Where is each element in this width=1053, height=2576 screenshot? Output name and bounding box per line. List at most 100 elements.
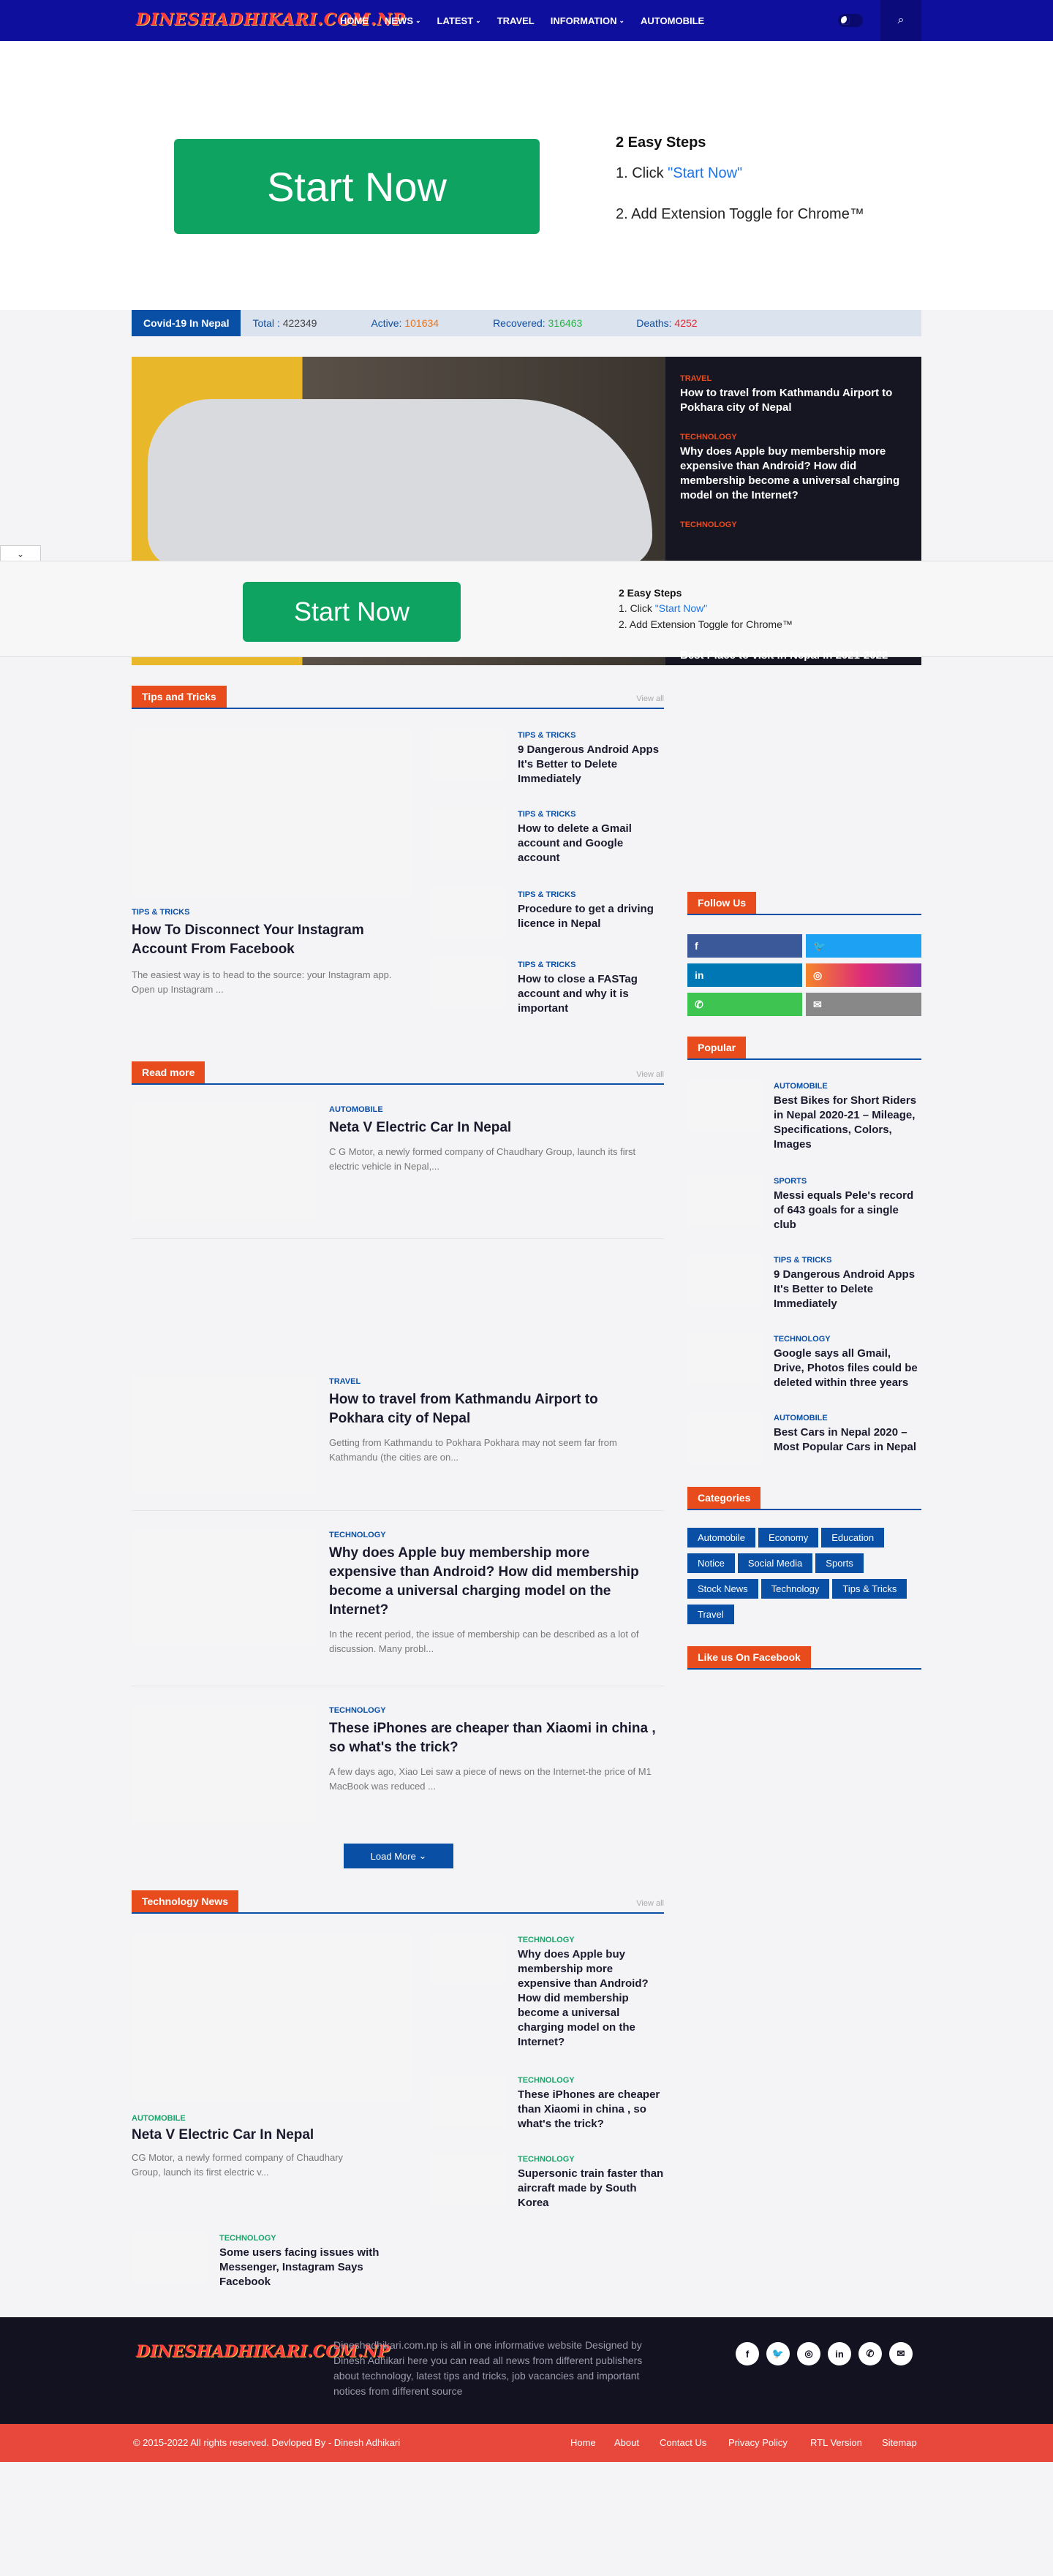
- post-title[interactable]: How to close a FASTag account and why it…: [518, 972, 664, 1016]
- post-title[interactable]: Best Bikes for Short Riders in Nepal 202…: [774, 1094, 923, 1152]
- view-all-link[interactable]: View all: [636, 1070, 664, 1079]
- category-chip[interactable]: Economy: [758, 1528, 819, 1548]
- post-thumbnail[interactable]: [687, 1333, 763, 1384]
- post-title[interactable]: Google says all Gmail, Drive, Photos fil…: [774, 1346, 923, 1390]
- post-thumbnail[interactable]: [430, 2076, 506, 2127]
- instagram-icon[interactable]: ◎: [797, 2342, 820, 2365]
- footer-link-privacy[interactable]: Privacy Policy: [728, 2437, 788, 2448]
- post-title[interactable]: How to travel from Kathmandu Airport to …: [329, 1390, 651, 1428]
- stat-value: 4252: [674, 317, 698, 329]
- nav-latest[interactable]: LATEST ⌄: [437, 15, 481, 26]
- category-chip[interactable]: Notice: [687, 1553, 735, 1573]
- nav-information[interactable]: INFORMATION ⌄: [551, 15, 624, 26]
- post-title[interactable]: Neta V Electric Car In Nepal: [329, 1118, 651, 1137]
- ad-step-link[interactable]: "Start Now": [655, 602, 707, 614]
- post-thumbnail[interactable]: [132, 1104, 316, 1221]
- footer-link-home[interactable]: Home: [570, 2437, 596, 2448]
- ad-step-link[interactable]: "Start Now": [668, 165, 742, 181]
- footer-link-contact[interactable]: Contact Us: [660, 2437, 706, 2448]
- category-chip[interactable]: Sports: [815, 1553, 864, 1573]
- post-title[interactable]: How to travel from Kathmandu Airport to …: [680, 386, 914, 415]
- post-title[interactable]: Supersonic train faster than aircraft ma…: [518, 2167, 664, 2211]
- category-chip[interactable]: Travel: [687, 1605, 734, 1624]
- post-title[interactable]: Why does Apple buy membership more expen…: [680, 444, 914, 503]
- post-thumbnail[interactable]: [687, 1175, 763, 1227]
- facebook-follow-button[interactable]: f: [687, 934, 802, 958]
- covid-active: Active: 101634: [371, 317, 439, 329]
- post-thumbnail[interactable]: [132, 730, 412, 898]
- footer-link-about[interactable]: About: [614, 2437, 639, 2448]
- category-chip[interactable]: Automobile: [687, 1528, 756, 1548]
- post-category: TECHNOLOGY: [219, 2234, 276, 2243]
- nav-home[interactable]: HOME: [340, 15, 369, 26]
- post-thumbnail[interactable]: [430, 808, 506, 860]
- post-thumbnail[interactable]: [687, 1080, 763, 1132]
- category-chip[interactable]: Social Media: [737, 1553, 813, 1573]
- post-title[interactable]: Messi equals Pele's record of 643 goals …: [774, 1189, 923, 1232]
- post-title[interactable]: How To Disconnect Your Instagram Account…: [132, 921, 412, 959]
- post-category: SPORTS: [774, 1177, 807, 1186]
- email-icon[interactable]: ✉: [889, 2342, 913, 2365]
- facebook-icon: f: [695, 940, 698, 952]
- post-excerpt: The easiest way is to head to the source…: [132, 969, 392, 995]
- category-chip[interactable]: Tips & Tricks: [832, 1579, 907, 1599]
- post-title[interactable]: Best Cars in Nepal 2020 – Most Popular C…: [774, 1425, 923, 1455]
- twitter-icon[interactable]: 🐦: [766, 2342, 790, 2365]
- featured-side-item[interactable]: TRAVEL How to travel from Kathmandu Airp…: [673, 374, 914, 415]
- search-button[interactable]: ⌕: [880, 0, 921, 41]
- facebook-icon[interactable]: f: [736, 2342, 759, 2365]
- view-all-link[interactable]: View all: [636, 694, 664, 703]
- technews-list-item: TECHNOLOGY Supersonic train faster than …: [518, 2155, 664, 2211]
- post-thumbnail[interactable]: [132, 1529, 316, 1646]
- start-now-button[interactable]: Start Now: [243, 582, 461, 642]
- popular-item: TECHNOLOGY Google says all Gmail, Drive,…: [774, 1335, 923, 1390]
- email-follow-button[interactable]: ✉: [806, 993, 921, 1016]
- section-header-facebook: Like us On Facebook: [687, 1646, 921, 1670]
- post-title[interactable]: Why does Apple buy membership more expen…: [329, 1544, 658, 1620]
- linkedin-follow-button[interactable]: in: [687, 963, 802, 987]
- post-thumbnail[interactable]: [132, 1706, 316, 1823]
- post-thumbnail[interactable]: [430, 730, 506, 781]
- category-chip[interactable]: Technology: [760, 1579, 830, 1599]
- post-thumbnail[interactable]: [430, 958, 506, 1009]
- whatsapp-follow-button[interactable]: ✆: [687, 993, 802, 1016]
- technews-main-post: AUTOMOBILE Neta V Electric Car In Nepal …: [132, 2114, 412, 2180]
- post-title[interactable]: 9 Dangerous Android Apps It's Better to …: [518, 743, 664, 787]
- start-now-button[interactable]: Start Now: [174, 139, 540, 234]
- post-title[interactable]: These iPhones are cheaper than Xiaomi in…: [518, 2088, 664, 2132]
- dark-mode-toggle[interactable]: [838, 14, 863, 27]
- post-thumbnail[interactable]: [430, 887, 506, 939]
- post-title[interactable]: 9 Dangerous Android Apps It's Better to …: [774, 1268, 923, 1311]
- twitter-follow-button[interactable]: 🐦: [806, 934, 921, 958]
- post-thumbnail[interactable]: [132, 2232, 208, 2284]
- post-title[interactable]: Neta V Electric Car In Nepal: [132, 2126, 412, 2145]
- post-thumbnail[interactable]: [687, 1412, 763, 1463]
- footer-link-rtl[interactable]: RTL Version: [810, 2437, 862, 2448]
- post-thumbnail[interactable]: [430, 2153, 506, 2205]
- featured-last-title[interactable]: Best Place to visit in Nepal in 2021-202…: [680, 649, 888, 662]
- category-chip[interactable]: Stock News: [687, 1579, 758, 1599]
- load-more-button[interactable]: Load More ⌄: [344, 1844, 453, 1868]
- whatsapp-icon[interactable]: ✆: [858, 2342, 882, 2365]
- post-title[interactable]: Some users facing issues with Messenger,…: [219, 2246, 380, 2289]
- ad-collapse-button[interactable]: ⌄: [0, 545, 41, 561]
- post-title[interactable]: Procedure to get a driving licence in Ne…: [518, 902, 664, 931]
- post-thumbnail[interactable]: [687, 1254, 763, 1306]
- featured-side-item[interactable]: TECHNOLOGY Why does Apple buy membership…: [673, 433, 914, 503]
- post-title[interactable]: Why does Apple buy membership more expen…: [518, 1947, 664, 2050]
- nav-news[interactable]: NEWS ⌄: [385, 15, 421, 26]
- post-thumbnail[interactable]: [430, 1934, 506, 1985]
- linkedin-icon[interactable]: in: [828, 2342, 851, 2365]
- post-title[interactable]: How to delete a Gmail account and Google…: [518, 822, 664, 865]
- covid-stats-bar: Covid-19 In Nepal Total : 422349 Active:…: [132, 310, 921, 336]
- footer-link-sitemap[interactable]: Sitemap: [882, 2437, 917, 2448]
- post-thumbnail[interactable]: [132, 1376, 316, 1493]
- featured-side-item[interactable]: TECHNOLOGY: [673, 520, 914, 529]
- nav-travel[interactable]: TRAVEL: [497, 15, 535, 26]
- category-chip[interactable]: Education: [821, 1528, 885, 1548]
- view-all-link[interactable]: View all: [636, 1899, 664, 1908]
- post-title[interactable]: These iPhones are cheaper than Xiaomi in…: [329, 1719, 658, 1757]
- post-thumbnail[interactable]: [132, 1934, 412, 2102]
- nav-automobile[interactable]: AUTOMOBILE: [641, 15, 704, 26]
- instagram-follow-button[interactable]: ◎: [806, 963, 921, 987]
